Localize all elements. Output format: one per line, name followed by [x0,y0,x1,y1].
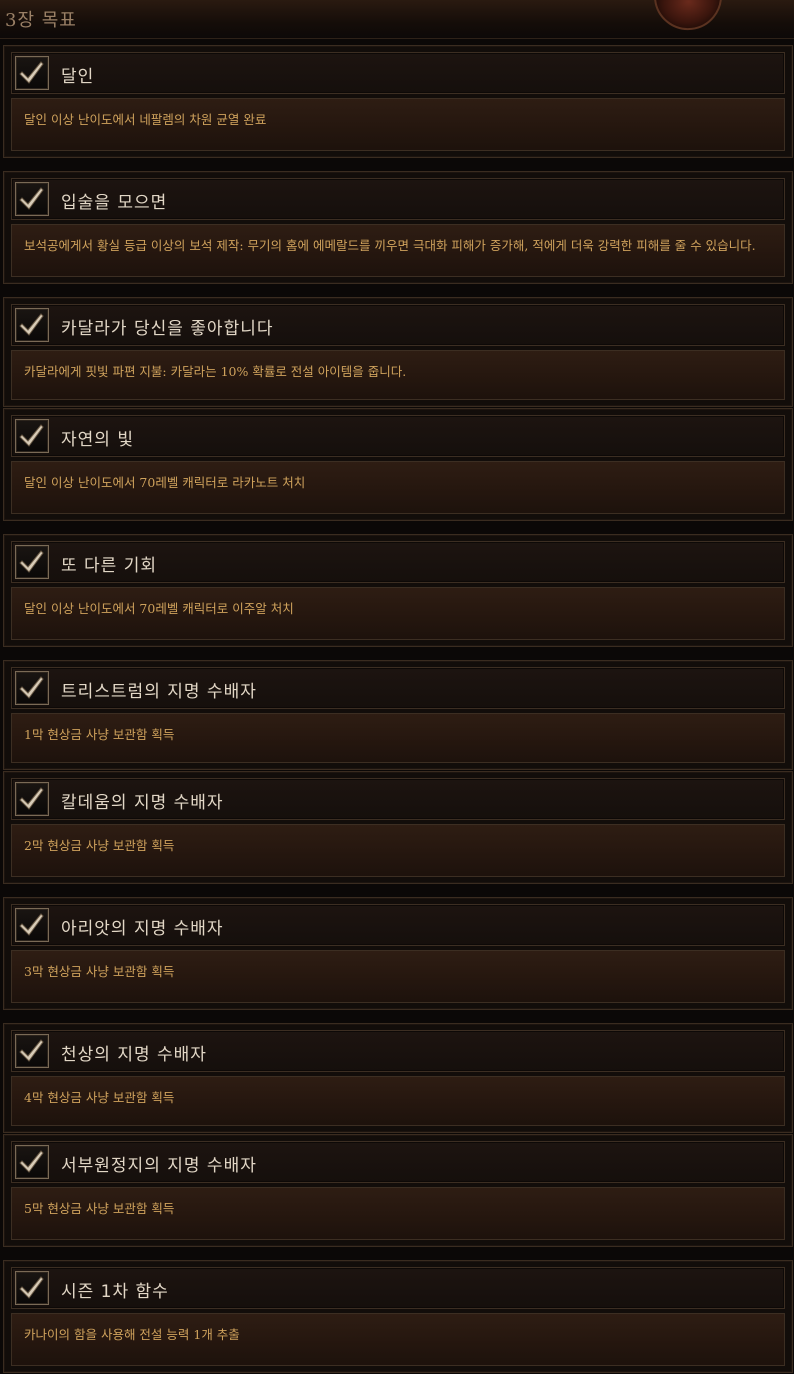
achievement-header: 아리앗의 지명 수배자 [11,904,785,946]
achievement-card: 자연의 빛달인 이상 난이도에서 70레벨 캐릭터로 라카노트 처치 [3,408,793,521]
achievement-description: 1막 현상금 사냥 보관함 획득 [24,727,175,742]
achievement-body: 4막 현상금 사냥 보관함 획득 [11,1076,785,1126]
achievement-card: 트리스트럼의 지명 수배자 1막 현상금 사냥 보관함 획득 [3,660,793,770]
achievement-card: 또 다른 기회달인 이상 난이도에서 70레벨 캐릭터로 이주알 처치 [3,534,793,647]
achievement-header: 또 다른 기회 [11,541,785,583]
checkmark-icon [15,545,49,579]
achievement-description: 3막 현상금 사냥 보관함 획득 [24,964,175,979]
achievement-card: 시즌 1차 함수카나이의 함을 사용해 전설 능력 1개 추출 [3,1260,793,1373]
achievement-body: 달인 이상 난이도에서 70레벨 캐릭터로 라카노트 처치 [11,461,785,514]
achievement-header: 자연의 빛 [11,415,785,457]
achievement-description: 달인 이상 난이도에서 70레벨 캐릭터로 라카노트 처치 [24,475,306,490]
checkmark-icon [15,56,49,90]
achievement-title: 또 다른 기회 [61,556,158,576]
achievement-body: 2막 현상금 사냥 보관함 획득 [11,824,785,877]
achievement-header: 카달라가 당신을 좋아합니다 [11,304,785,346]
emblem-icon [652,0,726,34]
page-title: 3장 목표 [5,10,77,31]
achievement-header: 칼데움의 지명 수배자 [11,778,785,820]
achievement-title: 자연의 빛 [61,430,134,450]
checkmark-icon [15,1145,49,1179]
checkmark-icon [15,1271,49,1305]
achievement-description: 5막 현상금 사냥 보관함 획득 [24,1201,175,1216]
achievement-card: 칼데움의 지명 수배자 2막 현상금 사냥 보관함 획득 [3,771,793,884]
checkmark-icon [15,908,49,942]
achievement-body: 달인 이상 난이도에서 70레벨 캐릭터로 이주알 처치 [11,587,785,640]
achievement-body: 카나이의 함을 사용해 전설 능력 1개 추출 [11,1313,785,1366]
achievement-title: 시즌 1차 함수 [61,1282,169,1302]
checkmark-icon [15,782,49,816]
achievement-card: 달인달인 이상 난이도에서 네팔렘의 차원 균열 완료 [3,45,793,158]
achievement-card: 아리앗의 지명 수배자 3막 현상금 사냥 보관함 획득 [3,897,793,1010]
achievement-header: 달인 [11,52,785,94]
achievement-description: 달인 이상 난이도에서 네팔렘의 차원 균열 완료 [24,112,267,127]
achievement-title: 입술을 모으면 [61,193,168,213]
achievement-description: 4막 현상금 사냥 보관함 획득 [24,1090,175,1105]
achievement-card: 입술을 모으면보석공에게서 황실 등급 이상의 보석 제작: 무기의 홈에 에메… [3,171,793,284]
achievement-header: 트리스트럼의 지명 수배자 [11,667,785,709]
achievement-body: 3막 현상금 사냥 보관함 획득 [11,950,785,1003]
page-header: 3장 목표 [0,0,794,39]
checkmark-icon [15,182,49,216]
achievement-title: 카달라가 당신을 좋아합니다 [61,319,274,339]
achievement-body: 카달라에게 핏빛 파편 지불: 카달라는 10% 확률로 전설 아이템을 줍니다… [11,350,785,400]
achievement-description: 보석공에게서 황실 등급 이상의 보석 제작: 무기의 홈에 에메랄드를 끼우면… [24,238,756,253]
checkmark-icon [15,308,49,342]
achievement-card: 카달라가 당신을 좋아합니다카달라에게 핏빛 파편 지불: 카달라는 10% 확… [3,297,793,407]
achievement-card: 서부원정지의 지명 수배자 5막 현상금 사냥 보관함 획득 [3,1134,793,1247]
checkmark-icon [15,419,49,453]
achievement-header: 입술을 모으면 [11,178,785,220]
achievement-title: 아리앗의 지명 수배자 [61,919,224,939]
achievement-description: 카나이의 함을 사용해 전설 능력 1개 추출 [24,1327,240,1342]
achievement-description: 카달라에게 핏빛 파편 지불: 카달라는 10% 확률로 전설 아이템을 줍니다… [24,364,407,379]
achievement-header: 천상의 지명 수배자 [11,1030,785,1072]
achievement-header: 시즌 1차 함수 [11,1267,785,1309]
checkmark-icon [15,671,49,705]
achievement-header: 서부원정지의 지명 수배자 [11,1141,785,1183]
achievement-title: 서부원정지의 지명 수배자 [61,1156,257,1176]
achievement-body: 달인 이상 난이도에서 네팔렘의 차원 균열 완료 [11,98,785,151]
achievement-title: 달인 [61,67,95,87]
achievement-body: 1막 현상금 사냥 보관함 획득 [11,713,785,763]
achievement-description: 2막 현상금 사냥 보관함 획득 [24,838,175,853]
achievement-title: 칼데움의 지명 수배자 [61,793,224,813]
achievement-body: 보석공에게서 황실 등급 이상의 보석 제작: 무기의 홈에 에메랄드를 끼우면… [11,224,785,277]
achievement-body: 5막 현상금 사냥 보관함 획득 [11,1187,785,1240]
achievement-title: 트리스트럼의 지명 수배자 [61,682,257,702]
checkmark-icon [15,1034,49,1068]
achievement-description: 달인 이상 난이도에서 70레벨 캐릭터로 이주알 처치 [24,601,294,616]
achievement-title: 천상의 지명 수배자 [61,1045,207,1065]
achievement-card: 천상의 지명 수배자 4막 현상금 사냥 보관함 획득 [3,1023,793,1133]
